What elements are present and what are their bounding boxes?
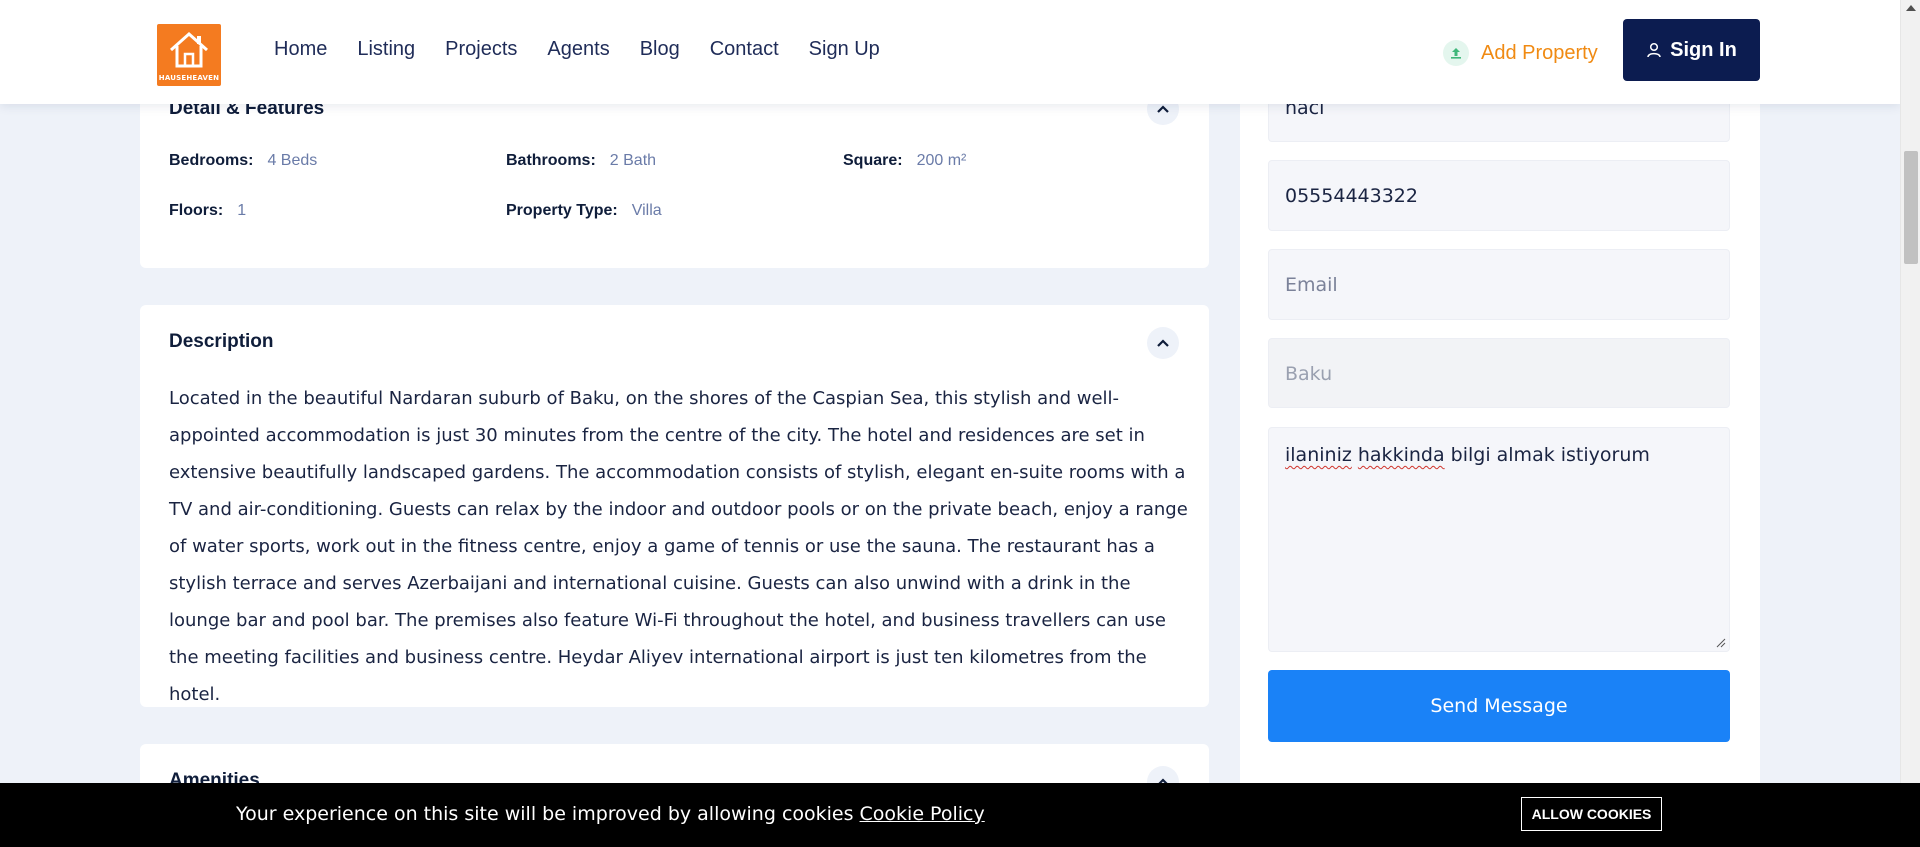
feature-property-type: Property Type: Villa: [506, 202, 662, 220]
description-title: Description: [169, 331, 274, 352]
feature-label: Floors:: [169, 202, 224, 219]
allow-cookies-button[interactable]: ALLOW COOKIES: [1521, 797, 1662, 831]
city-field[interactable]: Baku: [1268, 338, 1730, 408]
feature-value: Villa: [631, 202, 662, 219]
feature-label: Bedrooms:: [169, 152, 254, 169]
cookie-policy-link[interactable]: Cookie Policy: [860, 803, 985, 825]
scrollbar-thumb[interactable]: [1904, 151, 1918, 264]
page: Detail & Features Bedrooms: 4 Beds Bathro…: [0, 0, 1900, 847]
user-icon: [1647, 42, 1661, 58]
feature-square: Square: 200 m²: [843, 152, 966, 170]
feature-bedrooms: Bedrooms: 4 Beds: [169, 152, 317, 170]
message-word: bilgi almak istiyorum: [1450, 444, 1650, 466]
upload-icon: [1443, 40, 1469, 66]
scroll-up-arrow-icon[interactable]: [1906, 5, 1916, 11]
feature-value: 200 m²: [916, 152, 967, 169]
feature-floors: Floors: 1: [169, 202, 246, 220]
cookie-banner: Your experience on this site will be imp…: [0, 783, 1920, 847]
message-word: hakkinda: [1357, 444, 1445, 466]
feature-value: 4 Beds: [267, 152, 318, 169]
nav-blog[interactable]: Blog: [640, 38, 680, 61]
logo[interactable]: HAUSEHEAVEN: [157, 24, 221, 86]
nav-listing[interactable]: Listing: [357, 38, 415, 61]
nav-contact[interactable]: Contact: [710, 38, 779, 61]
site-header: HAUSEHEAVEN Home Listing Projects Agents…: [0, 0, 1900, 104]
message-word: ilaniniz: [1285, 444, 1352, 466]
logo-text: HAUSEHEAVEN: [158, 74, 220, 82]
nav-projects[interactable]: Projects: [445, 38, 517, 61]
chevron-up-icon: [1157, 339, 1169, 347]
cookie-message-text: Your experience on this site will be imp…: [236, 803, 854, 825]
nav-agents[interactable]: Agents: [547, 38, 609, 61]
add-property-link[interactable]: Add Property: [1443, 40, 1598, 66]
description-card: Description Located in the beautiful Nar…: [140, 305, 1209, 707]
message-textarea[interactable]: ilaniniz hakkinda bilgi almak istiyorum: [1268, 427, 1730, 652]
add-property-label: Add Property: [1481, 41, 1598, 64]
description-collapse-toggle[interactable]: [1147, 327, 1179, 359]
nav-home[interactable]: Home: [274, 38, 327, 61]
feature-bathrooms: Bathrooms: 2 Bath: [506, 152, 656, 170]
send-message-button[interactable]: Send Message: [1268, 670, 1730, 742]
page-scrollbar[interactable]: [1900, 0, 1920, 847]
resize-handle-icon[interactable]: [1716, 638, 1726, 648]
cookie-message: Your experience on this site will be imp…: [236, 803, 985, 825]
sign-in-button[interactable]: Sign In: [1623, 19, 1760, 81]
feature-value: 1: [237, 202, 247, 219]
nav-sign-up[interactable]: Sign Up: [809, 38, 880, 61]
house-logo-icon: [170, 31, 208, 68]
feature-label: Bathrooms:: [506, 152, 596, 169]
feature-label: Square:: [843, 152, 903, 169]
main-nav: Home Listing Projects Agents Blog Contac…: [274, 38, 910, 61]
email-field[interactable]: Email: [1268, 249, 1730, 320]
sign-in-label: Sign In: [1670, 38, 1737, 61]
chevron-up-icon: [1157, 105, 1169, 113]
description-text: Located in the beautiful Nardaran suburb…: [169, 388, 1188, 705]
phone-field[interactable]: 05554443322: [1268, 160, 1730, 231]
feature-value: 2 Bath: [609, 152, 657, 169]
feature-label: Property Type:: [506, 202, 618, 219]
